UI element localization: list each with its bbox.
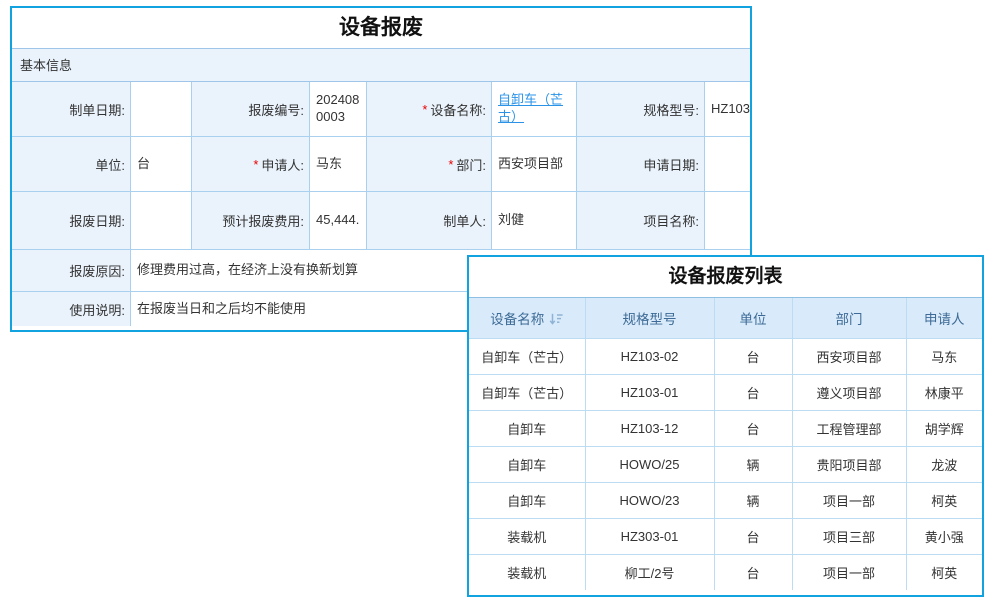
cell-dept: 工程管理部: [792, 410, 906, 446]
field-label-make-date: 制单日期:: [12, 82, 131, 137]
cell-unit: 辆: [714, 446, 792, 482]
cell-unit: 台: [714, 410, 792, 446]
cell-spec: HZ103-12: [585, 410, 714, 446]
field-label-usage: 使用说明:: [12, 292, 131, 326]
col-header-unit[interactable]: 单位: [714, 298, 792, 338]
field-value-unit: 台: [131, 137, 192, 192]
field-label-spec-model: 规格型号:: [577, 82, 705, 137]
cell-device[interactable]: 自卸车: [469, 446, 585, 482]
field-label-department: *部门:: [367, 137, 492, 192]
cell-unit: 辆: [714, 482, 792, 518]
cell-applicant[interactable]: 柯英: [906, 482, 982, 518]
field-value-project: [705, 192, 750, 250]
field-value-department: 西安项目部: [492, 137, 577, 192]
cell-applicant[interactable]: 柯英: [906, 554, 982, 590]
cell-dept: 项目一部: [792, 554, 906, 590]
table-row: 自卸车 HOWO/23 辆 项目一部 柯英: [469, 482, 982, 518]
table-row: 自卸车 HZ103-12 台 工程管理部 胡学辉: [469, 410, 982, 446]
cell-spec: HZ103-02: [585, 338, 714, 374]
cell-applicant[interactable]: 林康平: [906, 374, 982, 410]
cell-spec: HOWO/25: [585, 446, 714, 482]
cell-device[interactable]: 装载机: [469, 518, 585, 554]
screen: 设备报废 基本信息 制单日期: 报废编号: 2024080003 *设备名称: …: [0, 0, 1000, 600]
field-value-applicant: 马东: [310, 137, 367, 192]
field-value-make-date: [131, 82, 192, 137]
scrap-list-table: 设备名称 规格型号 单位 部门 申请人 自卸车（芒古） HZ103-02 台 西…: [469, 298, 982, 590]
cell-spec: HZ103-01: [585, 374, 714, 410]
table-row: 自卸车（芒古） HZ103-01 台 遵义项目部 林康平: [469, 374, 982, 410]
field-value-spec-model: HZ103-: [705, 82, 750, 137]
list-title: 设备报废列表: [469, 257, 982, 298]
field-label-reason: 报废原因:: [12, 250, 131, 292]
field-label-applicant: *申请人:: [192, 137, 310, 192]
field-value-device-name: 自卸车（芒古）: [492, 82, 577, 137]
field-value-maker: 刘健: [492, 192, 577, 250]
required-asterisk: *: [422, 102, 427, 117]
form-grid: 制单日期: 报废编号: 2024080003 *设备名称: 自卸车（芒古） 规格…: [12, 82, 750, 250]
field-value-est-cost: 45,444.: [310, 192, 367, 250]
cell-spec: 柳工/2号: [585, 554, 714, 590]
cell-dept: 贵阳项目部: [792, 446, 906, 482]
section-basic-info: 基本信息: [12, 49, 750, 82]
sort-descending-icon[interactable]: [549, 313, 563, 325]
cell-applicant[interactable]: 龙波: [906, 446, 982, 482]
cell-unit: 台: [714, 338, 792, 374]
table-row: 装载机 HZ303-01 台 项目三部 黄小强: [469, 518, 982, 554]
field-value-apply-date: [705, 137, 750, 192]
table-row: 自卸车（芒古） HZ103-02 台 西安项目部 马东: [469, 338, 982, 374]
cell-device[interactable]: 装载机: [469, 554, 585, 590]
cell-applicant[interactable]: 马东: [906, 338, 982, 374]
cell-device[interactable]: 自卸车（芒古）: [469, 338, 585, 374]
scrap-list-panel: 设备报废列表 设备名称 规格型号 单位 部门 申请人 自卸车（芒古）: [467, 255, 984, 597]
cell-dept: 项目三部: [792, 518, 906, 554]
field-label-maker: 制单人:: [367, 192, 492, 250]
col-header-spec[interactable]: 规格型号: [585, 298, 714, 338]
cell-applicant[interactable]: 胡学辉: [906, 410, 982, 446]
cell-applicant[interactable]: 黄小强: [906, 518, 982, 554]
table-row: 装载机 柳工/2号 台 项目一部 柯英: [469, 554, 982, 590]
cell-spec: HOWO/23: [585, 482, 714, 518]
form-title: 设备报废: [12, 8, 750, 49]
cell-unit: 台: [714, 554, 792, 590]
cell-unit: 台: [714, 518, 792, 554]
cell-device[interactable]: 自卸车: [469, 410, 585, 446]
col-header-applicant[interactable]: 申请人: [906, 298, 982, 338]
cell-device[interactable]: 自卸车（芒古）: [469, 374, 585, 410]
field-label-device-name: *设备名称:: [367, 82, 492, 137]
field-label-apply-date: 申请日期:: [577, 137, 705, 192]
table-header-row: 设备名称 规格型号 单位 部门 申请人: [469, 298, 982, 338]
cell-unit: 台: [714, 374, 792, 410]
col-header-device[interactable]: 设备名称: [469, 298, 585, 338]
field-label-est-cost: 预计报废费用:: [192, 192, 310, 250]
field-label-project: 项目名称:: [577, 192, 705, 250]
field-label-scrap-date: 报废日期:: [12, 192, 131, 250]
device-name-link[interactable]: 自卸车（芒古）: [498, 92, 572, 126]
cell-spec: HZ303-01: [585, 518, 714, 554]
field-value-scrap-date: [131, 192, 192, 250]
cell-dept: 遵义项目部: [792, 374, 906, 410]
table-row: 自卸车 HOWO/25 辆 贵阳项目部 龙波: [469, 446, 982, 482]
field-label-unit: 单位:: [12, 137, 131, 192]
required-asterisk: *: [253, 157, 258, 172]
field-label-scrap-no: 报废编号:: [192, 82, 310, 137]
cell-device[interactable]: 自卸车: [469, 482, 585, 518]
col-header-dept[interactable]: 部门: [792, 298, 906, 338]
required-asterisk: *: [448, 157, 453, 172]
cell-dept: 项目一部: [792, 482, 906, 518]
cell-dept: 西安项目部: [792, 338, 906, 374]
field-value-scrap-no: 2024080003: [310, 82, 367, 137]
